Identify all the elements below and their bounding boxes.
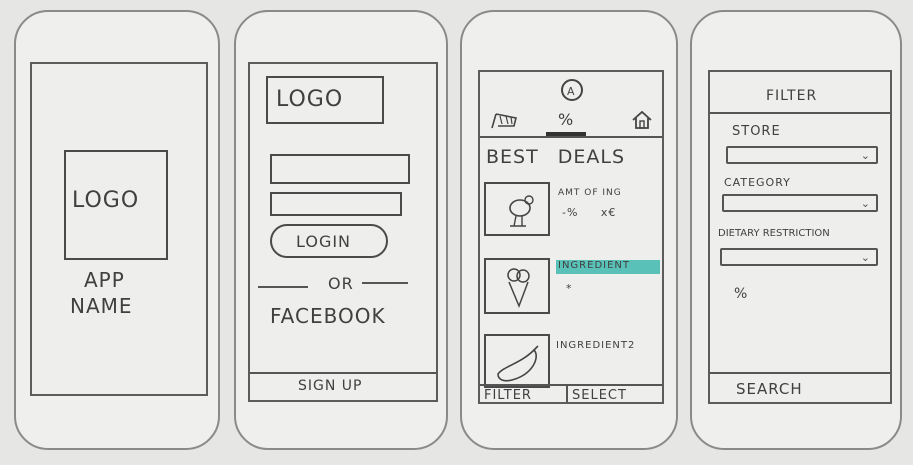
phone-splash: LOGO APP NAME — [14, 10, 220, 450]
login-button[interactable]: LOGIN — [270, 224, 388, 258]
or-divider-left — [258, 286, 308, 288]
best-deals-heading: BEST DEALS — [486, 146, 626, 168]
or-divider-right — [362, 282, 408, 284]
signup-button[interactable]: SIGN UP — [298, 378, 362, 394]
icecream-icon — [507, 268, 530, 309]
login-screen: LOGO LOGIN OR FACEBOOK SIGN UP — [248, 62, 438, 402]
deal-item-name: AMT OF ING — [558, 188, 622, 198]
home-tab-icon[interactable] — [630, 108, 654, 130]
eggplant-icon — [497, 345, 539, 382]
tabs-divider — [480, 136, 662, 138]
svg-text:A: A — [567, 85, 575, 98]
or-text: OR — [328, 274, 354, 293]
category-label: CATEGORY — [724, 176, 791, 189]
splash-screen: LOGO APP NAME — [30, 62, 208, 396]
select-button[interactable]: SELECT — [572, 388, 627, 403]
bottom-bar-divider — [480, 384, 662, 386]
splash-logo-box: LOGO — [64, 150, 168, 260]
bottom-bar-separator — [566, 384, 568, 402]
deals-screen: A % BEST DEALS AMT OF ING -% x€ INGREDIE… — [478, 70, 664, 404]
filter-title: FILTER — [766, 88, 818, 104]
category-select[interactable]: ⌄ — [722, 194, 878, 212]
chevron-down-icon: ⌄ — [860, 197, 870, 210]
filter-title-divider — [710, 112, 890, 114]
facebook-login[interactable]: FACEBOOK — [270, 304, 386, 328]
deal-item-prices: * — [566, 282, 573, 295]
phone-login: LOGO LOGIN OR FACEBOOK SIGN UP — [234, 10, 448, 450]
filter-button[interactable]: FILTER — [484, 388, 532, 403]
chevron-down-icon: ⌄ — [860, 149, 870, 162]
password-field[interactable] — [270, 192, 402, 216]
app-name-line2: NAME — [70, 294, 133, 318]
login-logo-box: LOGO — [266, 76, 384, 124]
search-divider — [710, 372, 890, 374]
deal-item-image[interactable] — [484, 334, 550, 388]
app-name-line1: APP — [84, 268, 125, 292]
splash-logo-text: LOGO — [72, 188, 140, 213]
username-field[interactable] — [270, 154, 410, 184]
phone-deals: A % BEST DEALS AMT OF ING -% x€ INGREDIE… — [460, 10, 678, 450]
phone-filter: FILTER STORE ⌄ CATEGORY ⌄ DIETARY RESTRI… — [690, 10, 902, 450]
cart-tab-icon[interactable] — [490, 108, 520, 132]
chevron-down-icon: ⌄ — [860, 251, 870, 264]
signup-divider — [250, 372, 436, 374]
deal-item-prices: -% x€ — [562, 206, 617, 219]
bird-icon — [509, 195, 534, 227]
deal-item-image[interactable] — [484, 182, 550, 236]
percent-label[interactable]: % — [734, 286, 748, 302]
login-button-label: LOGIN — [296, 232, 352, 251]
top-logo-icon: A — [561, 79, 583, 101]
login-logo-text: LOGO — [276, 87, 344, 112]
deal-item-name: INGREDIENT2 — [556, 340, 636, 351]
store-label: STORE — [732, 124, 781, 139]
dietary-label: DIETARY RESTRICTION — [718, 228, 830, 239]
tab-deals-percent[interactable]: % — [558, 110, 574, 129]
store-select[interactable]: ⌄ — [726, 146, 878, 164]
dietary-select[interactable]: ⌄ — [720, 248, 878, 266]
filter-screen: FILTER STORE ⌄ CATEGORY ⌄ DIETARY RESTRI… — [708, 70, 892, 404]
deal-item-name: INGREDIENT — [558, 260, 631, 271]
search-button[interactable]: SEARCH — [736, 380, 803, 398]
deal-item-image[interactable] — [484, 258, 550, 314]
